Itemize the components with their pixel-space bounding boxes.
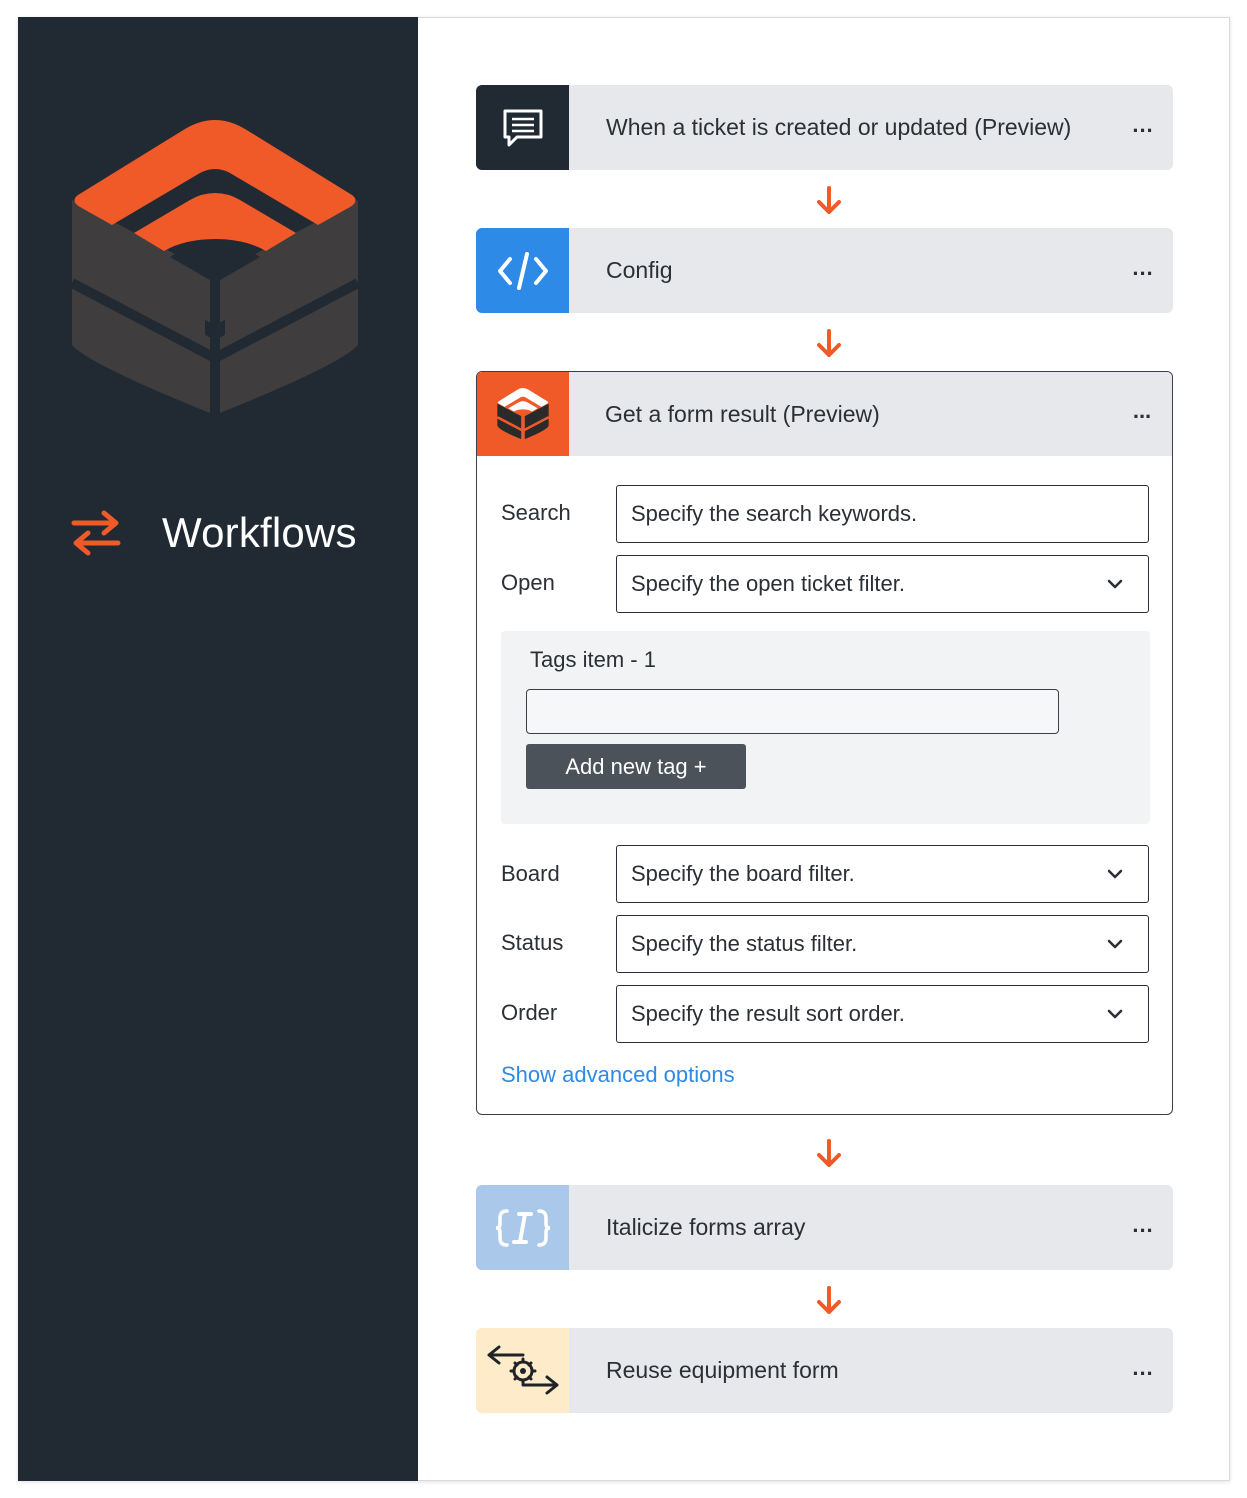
product-logo-icon [497,388,549,440]
arrow-down-icon [817,329,841,357]
order-label: Order [501,1000,558,1025]
open-label: Open [501,570,555,595]
more-options-button[interactable]: ... [1113,112,1173,144]
step-card-trigger[interactable]: When a ticket is created or updated (Pre… [476,85,1173,170]
code-brackets-icon [497,251,548,290]
italic-braces-icon [495,1208,550,1247]
step-tile [476,1328,569,1413]
chevron-down-icon [1107,939,1123,949]
step-card-config[interactable]: Config ... [476,228,1173,313]
gear-arrows-icon [487,1345,558,1394]
step-title: Reuse equipment form [606,1357,839,1383]
nav-item-workflows[interactable]: Workflows [70,505,357,561]
status-select-placeholder: Specify the status filter. [631,931,858,956]
chevron-down-icon [1107,869,1123,879]
step-card-italicize[interactable]: Italicize forms array ... [476,1185,1173,1270]
status-select[interactable]: Specify the status filter. [616,915,1149,973]
more-options-button[interactable]: ... [1113,255,1173,287]
step-title: Config [606,257,673,283]
board-select[interactable]: Specify the board filter. [616,845,1149,903]
status-label: Status [501,930,564,955]
more-options-button[interactable]: ... [1112,398,1172,430]
step-tile [476,228,569,313]
step-tile [477,372,569,456]
chat-message-icon [503,109,542,146]
step-title: When a ticket is created or updated (Pre… [606,114,1072,140]
board-select-placeholder: Specify the board filter. [631,861,855,886]
show-advanced-options-link[interactable]: Show advanced options [501,1062,735,1088]
step-card-get-form-result: Get a form result (Preview) ... Search S… [476,371,1173,1115]
add-new-tag-button[interactable]: Add new tag + [526,744,746,789]
arrow-down-icon [817,1139,841,1167]
more-options-button[interactable]: ... [1113,1355,1173,1387]
chevron-down-icon [1107,1009,1123,1019]
tag-input[interactable] [526,689,1059,734]
open-select[interactable]: Specify the open ticket filter. [616,555,1149,613]
tags-item-group: Tags item - 1 Add new tag + [501,631,1150,824]
step-tile [476,85,569,170]
step-title: Italicize forms array [606,1214,806,1240]
step-card-reuse-equipment-form[interactable]: Reuse equipment form ... [476,1328,1173,1413]
order-select[interactable]: Specify the result sort order. [616,985,1149,1043]
workflows-swap-arrows-icon [71,510,121,556]
open-select-placeholder: Specify the open ticket filter. [631,571,905,596]
tags-item-title: Tags item - 1 [530,647,656,672]
order-select-placeholder: Specify the result sort order. [631,1001,905,1026]
step-header[interactable]: Get a form result (Preview) ... [477,372,1172,456]
arrow-down-icon [817,1286,841,1314]
search-input-placeholder: Specify the search keywords. [631,501,918,526]
step-title: Get a form result (Preview) [605,400,880,427]
chevron-down-icon [1107,579,1123,589]
step-tile [476,1185,569,1270]
arrow-down-icon [817,186,841,214]
product-logo-icon [70,120,360,415]
more-options-button[interactable]: ... [1113,1212,1173,1244]
nav-item-label: Workflows [162,509,357,556]
search-label: Search [501,500,571,525]
search-input[interactable]: Specify the search keywords. [616,485,1149,543]
board-label: Board [501,861,560,886]
